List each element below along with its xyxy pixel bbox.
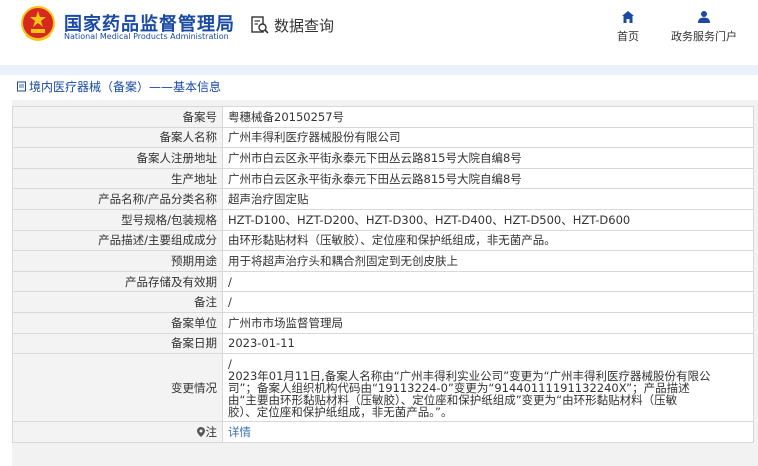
row-label: 备案人名称 — [12, 126, 223, 149]
row-value: 广州丰得利医疗器械股份有限公司 — [222, 126, 754, 149]
brand-subtitle: National Medical Products Administration — [64, 32, 229, 41]
change-line: 由“主要由环形黏贴材料（压敏胶）、定位座和保护纸组成”变更为“由环形黏贴材料（压… — [228, 392, 678, 407]
row-value: 超声治疗固定贴 — [222, 188, 754, 210]
row-label: 型号规格/包装规格 — [12, 208, 223, 231]
row-value: 广州市市场监督管理局 — [222, 311, 754, 334]
row-label: 产品存储及有效期 — [12, 270, 223, 293]
row-label: 产品名称/产品分类名称 — [12, 188, 223, 210]
note-row: 注 详情 — [12, 421, 754, 443]
row-label: 备注 — [12, 291, 223, 313]
breadcrumb-text: 境内医疗器械（备案）——基本信息 — [29, 79, 222, 94]
nav-home[interactable]: 首页 — [614, 10, 642, 44]
row-label: 预期用途 — [12, 250, 223, 272]
change-line: / — [228, 356, 232, 371]
national-emblem-icon — [21, 6, 55, 41]
row-value: / — [222, 291, 754, 313]
row-value: 广州市白云区永平街永泰元下田丛云路815号大院自编8号 — [222, 167, 754, 190]
row-label: 备案号 — [12, 106, 223, 128]
change-history-row: 变更情况 / 2023年01月11日,备案人名称由“广州丰得利实业公司”变更为“… — [12, 353, 754, 423]
data-query-link[interactable]: 数据查询 — [250, 14, 334, 36]
site-header: 国家药品监督管理局 National Medical Products Admi… — [0, 0, 758, 56]
location-pin-icon — [196, 426, 205, 437]
row-value: 粤穗械备20150257号 — [222, 106, 754, 128]
breadcrumb: 境内医疗器械（备案）——基本信息 — [12, 75, 758, 97]
record-table: 备案号 粤穗械备20150257号 备案人名称 广州丰得利医疗器械股份有限公司 … — [12, 106, 754, 443]
table-row: 备注 / — [12, 291, 754, 313]
row-label: 生产地址 — [12, 167, 223, 190]
row-value: 由环形黏贴材料（压敏胶）、定位座和保护纸组成，非无菌产品。 — [222, 229, 754, 252]
table-row: 备案人名称 广州丰得利医疗器械股份有限公司 — [12, 126, 754, 149]
change-line: 司”；备案人组织机构代码由“19113224-0”变更为“91440111191… — [228, 380, 690, 395]
change-history-value: / 2023年01月11日,备案人名称由“广州丰得利实业公司”变更为“广州丰得利… — [222, 353, 754, 423]
change-line: 2023年01月11日,备案人名称由“广州丰得利实业公司”变更为“广州丰得利医疗… — [228, 368, 711, 383]
data-query-label: 数据查询 — [274, 16, 335, 35]
note-value-cell: 详情 — [222, 421, 754, 443]
table-row: 产品存储及有效期 / — [12, 270, 754, 293]
nav-service-portal[interactable]: 政务服务门户 — [664, 10, 744, 44]
document-search-icon — [251, 16, 269, 34]
row-value: 广州市白云区永平街永泰元下田丛云路815号大院自编8号 — [222, 147, 754, 169]
user-icon — [698, 11, 710, 23]
row-label: 备案日期 — [12, 332, 223, 355]
table-row: 备案人注册地址 广州市白云区永平街永泰元下田丛云路815号大院自编8号 — [12, 147, 754, 169]
change-line: 胶）、定位座和保护纸组成，非无菌产品。”。 — [228, 404, 453, 419]
home-icon — [622, 11, 634, 23]
nav-portal-label: 政务服务门户 — [671, 30, 737, 43]
row-label: 产品描述/主要组成成分 — [12, 229, 223, 252]
row-value: HZT-D100、HZT-D200、HZT-D300、HZT-D400、HZT-… — [222, 208, 754, 231]
table-row: 产品名称/产品分类名称 超声治疗固定贴 — [12, 188, 754, 210]
note-label-cell: 注 — [12, 421, 223, 443]
row-value: 2023-01-11 — [222, 332, 754, 355]
table-row: 备案号 粤穗械备20150257号 — [12, 106, 754, 128]
row-value: / — [222, 270, 754, 293]
table-row: 预期用途 用于将超声治疗头和耦合剂固定到无创皮肤上 — [12, 250, 754, 272]
document-icon — [17, 81, 26, 91]
change-history-label: 变更情况 — [12, 353, 223, 423]
table-row: 备案单位 广州市市场监督管理局 — [12, 311, 754, 334]
table-row: 产品描述/主要组成成分 由环形黏贴材料（压敏胶）、定位座和保护纸组成，非无菌产品… — [12, 229, 754, 252]
row-label: 备案人注册地址 — [12, 147, 223, 169]
table-row: 生产地址 广州市白云区永平街永泰元下田丛云路815号大院自编8号 — [12, 167, 754, 190]
breadcrumb-strip — [0, 65, 758, 75]
note-label: 注 — [205, 424, 218, 439]
details-link[interactable]: 详情 — [228, 425, 251, 439]
table-row: 型号规格/包装规格 HZT-D100、HZT-D200、HZT-D300、HZT… — [12, 208, 754, 231]
row-label: 备案单位 — [12, 311, 223, 334]
row-value: 用于将超声治疗头和耦合剂固定到无创皮肤上 — [222, 250, 754, 272]
table-row: 备案日期 2023-01-11 — [12, 332, 754, 355]
nav-home-label: 首页 — [617, 30, 639, 43]
